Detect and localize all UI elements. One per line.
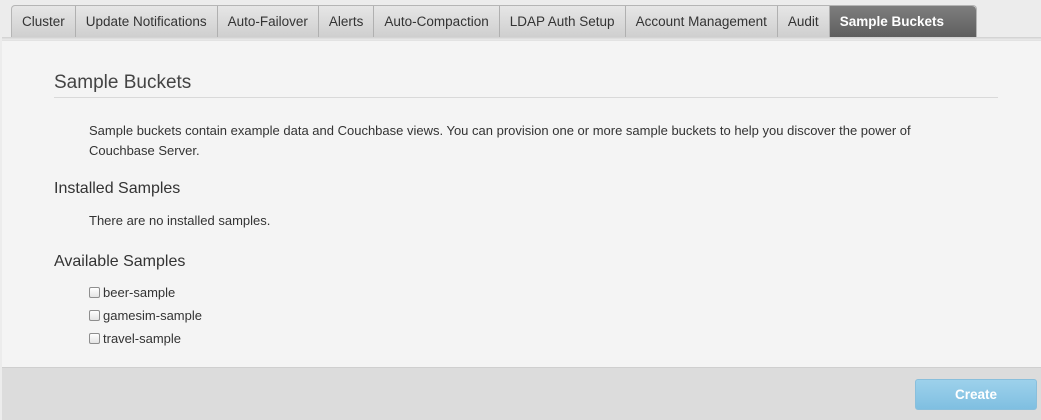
intro-text: Sample buckets contain example data and … <box>89 123 911 158</box>
gamesim-sample-checkbox[interactable] <box>89 309 100 321</box>
tab-alerts[interactable]: Alerts <box>319 6 375 37</box>
create-button[interactable]: Create <box>915 379 1037 410</box>
beer-sample-checkbox[interactable] <box>89 286 100 298</box>
sample-buckets-panel: Sample Buckets Sample buckets contain ex… <box>2 40 1041 367</box>
tab-ldap-auth-setup[interactable]: LDAP Auth Setup <box>500 6 626 37</box>
sample-item-label: beer-sample <box>103 284 176 300</box>
installed-samples-heading: Installed Samples <box>54 180 181 197</box>
title-divider <box>54 97 998 98</box>
installed-samples-empty-text: There are no installed samples. <box>89 213 271 228</box>
available-samples-heading: Available Samples <box>54 253 186 270</box>
sample-item-beer-sample[interactable]: beer-sample <box>89 284 175 300</box>
page-title: Sample Buckets <box>54 72 192 93</box>
footer-bar: Create <box>2 367 1041 420</box>
tab-sample-buckets[interactable]: Sample Buckets <box>829 6 976 37</box>
settings-tab-bar: Cluster Update Notifications Auto-Failov… <box>11 5 977 37</box>
tab-auto-compaction[interactable]: Auto-Compaction <box>374 6 500 37</box>
sample-item-travel-sample[interactable]: travel-sample <box>89 330 181 346</box>
sample-item-gamesim-sample[interactable]: gamesim-sample <box>89 307 202 323</box>
tab-update-notifications[interactable]: Update Notifications <box>76 6 218 37</box>
tab-audit[interactable]: Audit <box>778 6 830 37</box>
tab-auto-failover[interactable]: Auto-Failover <box>218 6 319 37</box>
tab-cluster[interactable]: Cluster <box>12 6 76 37</box>
travel-sample-checkbox[interactable] <box>89 332 100 344</box>
sample-item-label: gamesim-sample <box>103 307 202 323</box>
tab-account-management[interactable]: Account Management <box>626 6 778 37</box>
sample-item-label: travel-sample <box>103 330 182 346</box>
